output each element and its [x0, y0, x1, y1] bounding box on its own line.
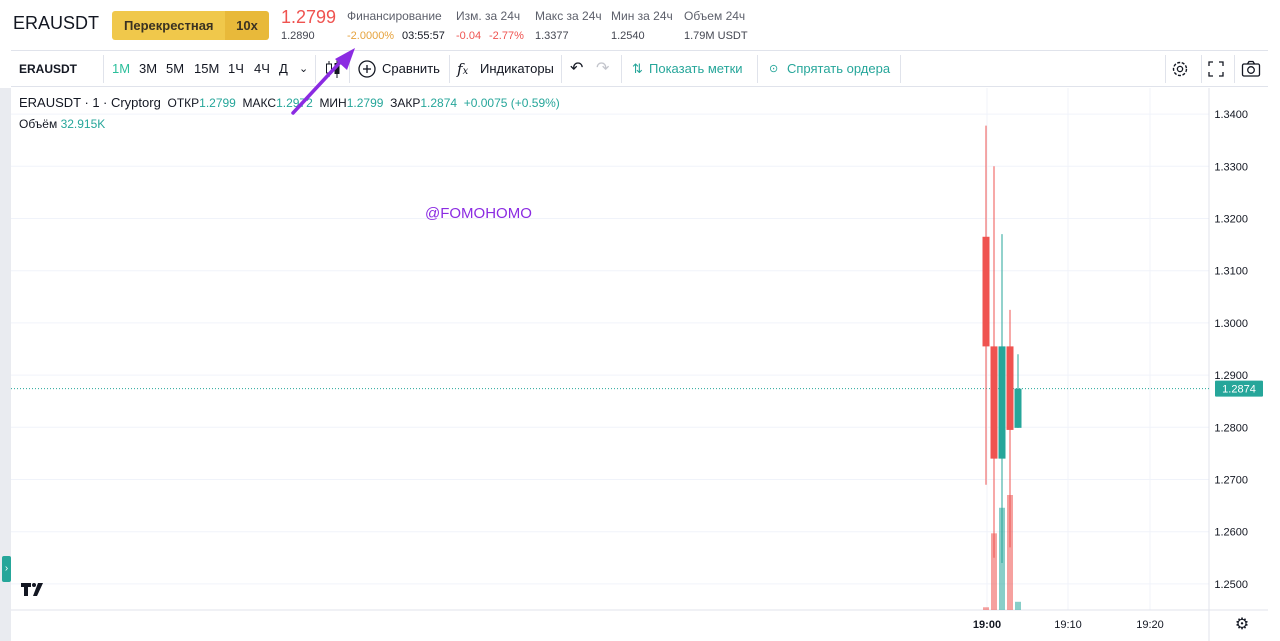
volume-value: 32.915K	[60, 117, 106, 131]
candle-body	[1014, 388, 1022, 428]
toolbar-symbol[interactable]: ERAUSDT	[19, 51, 77, 87]
price-tick-label: 1.2600	[1214, 527, 1248, 539]
legend-close-value: 1.2874	[420, 96, 458, 110]
hide-orders-button[interactable]: Спрятать ордера	[787, 51, 890, 87]
price-tick-label: 1.2900	[1214, 370, 1248, 382]
toolbar-divider	[561, 55, 562, 83]
ticker-header: ERAUSDT Перекрестная 10x 1.2799 1.2890 Ф…	[0, 0, 1280, 48]
legend-open-label: ОТКР	[167, 96, 200, 110]
legend-change: +0.0075 (+0.59%)	[463, 96, 560, 110]
price-tick-label: 1.3400	[1214, 109, 1248, 121]
price-tick-label: 1.3300	[1214, 161, 1248, 173]
change-24h-label: Изм. за 24ч	[456, 9, 521, 23]
settings-gear-icon[interactable]	[1169, 58, 1191, 80]
sort-arrows-icon[interactable]: ⇅	[632, 51, 643, 87]
low-24h-label: Мин за 24ч	[611, 9, 673, 23]
timeframe-1h[interactable]: 1Ч	[228, 51, 244, 87]
redo-icon[interactable]: ↷	[596, 51, 609, 87]
legend-close-label: ЗАКР	[390, 96, 421, 110]
time-tick-label: 19:20	[1136, 619, 1164, 631]
timeframe-5m[interactable]: 5М	[166, 51, 184, 87]
volume-label: Объём	[19, 117, 58, 131]
legend-high-label: МАКС	[242, 96, 277, 110]
chart-toolbar: ERAUSDT 1М 3М 5М 15М 1Ч 4Ч Д ⌄ Сравнить …	[11, 50, 1268, 87]
toolbar-divider	[1234, 55, 1235, 83]
price-tick-label: 1.2700	[1214, 475, 1248, 487]
toolbar-divider	[757, 55, 758, 83]
legend-source: Cryptorg	[110, 95, 161, 110]
volume-24h-label: Объем 24ч	[684, 9, 746, 23]
legend-open-value: 1.2799	[199, 96, 236, 110]
timeframe-3m[interactable]: 3М	[139, 51, 157, 87]
toolbar-divider	[900, 55, 901, 83]
funding-label: Финансирование	[347, 9, 442, 23]
last-price: 1.2799	[281, 7, 337, 27]
low-24h-value: 1.2540	[611, 30, 645, 42]
margin-settings: Перекрестная 10x	[112, 11, 269, 40]
expand-panel-chevron-icon[interactable]: ›	[2, 556, 11, 582]
price-tick-label: 1.3200	[1214, 214, 1248, 226]
margin-mode-button[interactable]: Перекрестная	[112, 11, 225, 40]
funding-countdown: 03:55:57	[402, 30, 445, 42]
toolbar-divider	[621, 55, 622, 83]
change-24h-pct: -2.77%	[489, 30, 524, 42]
change-24h-abs: -0.04	[456, 30, 482, 42]
watermark-handle: @FOMOHOMO	[425, 205, 532, 222]
price-tick-label: 1.2800	[1214, 422, 1248, 434]
time-tick-label: 19:00	[973, 619, 1001, 631]
volume-24h-value: 1.79M USDT	[684, 30, 748, 42]
volume-legend: Объём 32.915K	[19, 117, 105, 131]
candle-body	[990, 346, 998, 459]
toolbar-divider	[1165, 55, 1166, 83]
axis-settings-gear-icon[interactable]: ⚙	[1235, 614, 1249, 633]
toolbar-divider	[103, 55, 104, 83]
eye-icon[interactable]: ⊙	[769, 51, 778, 87]
price-tick-label: 1.2500	[1214, 579, 1248, 591]
price-tick-label: 1.3100	[1214, 266, 1248, 278]
show-marks-button[interactable]: Показать метки	[649, 51, 743, 87]
candlestick-chart[interactable]: 1.3400 1.3300 1.3200 1.3100 1.3000 1.2900 1.28…	[11, 88, 1268, 641]
fullscreen-icon[interactable]	[1205, 58, 1227, 80]
candle-body	[982, 236, 990, 347]
toolbar-divider	[1201, 55, 1202, 83]
indicators-button[interactable]: Индикаторы	[480, 51, 554, 87]
candle-body	[998, 346, 1006, 459]
toolbar-divider	[449, 55, 450, 83]
legend-interval: 1	[92, 95, 100, 110]
timeframe-1m[interactable]: 1М	[112, 51, 130, 87]
legend-symbol: ERAUSDT	[19, 95, 82, 110]
last-price-badge-label: 1.2874	[1222, 384, 1256, 396]
volume-bar	[983, 607, 989, 610]
compare-button[interactable]: Сравнить	[382, 51, 440, 87]
volume-bar	[1015, 601, 1021, 610]
price-tick-label: 1.3000	[1214, 318, 1248, 330]
time-tick-label: 19:10	[1054, 619, 1082, 631]
timeframe-4h[interactable]: 4Ч	[254, 51, 270, 87]
candle-body	[1006, 346, 1014, 430]
high-24h-label: Макс за 24ч	[535, 9, 602, 23]
leverage-button[interactable]: 10x	[225, 11, 269, 40]
symbol-title[interactable]: ERAUSDT	[13, 13, 99, 34]
undo-icon[interactable]: ↶	[570, 51, 583, 87]
high-24h-value: 1.3377	[535, 30, 569, 42]
timeframe-15m[interactable]: 15М	[194, 51, 219, 87]
tradingview-logo-icon[interactable]	[20, 580, 46, 598]
indicators-fx-icon[interactable]: fx	[457, 51, 468, 87]
annotation-arrow-icon	[291, 48, 355, 115]
camera-screenshot-icon[interactable]	[1240, 58, 1262, 80]
